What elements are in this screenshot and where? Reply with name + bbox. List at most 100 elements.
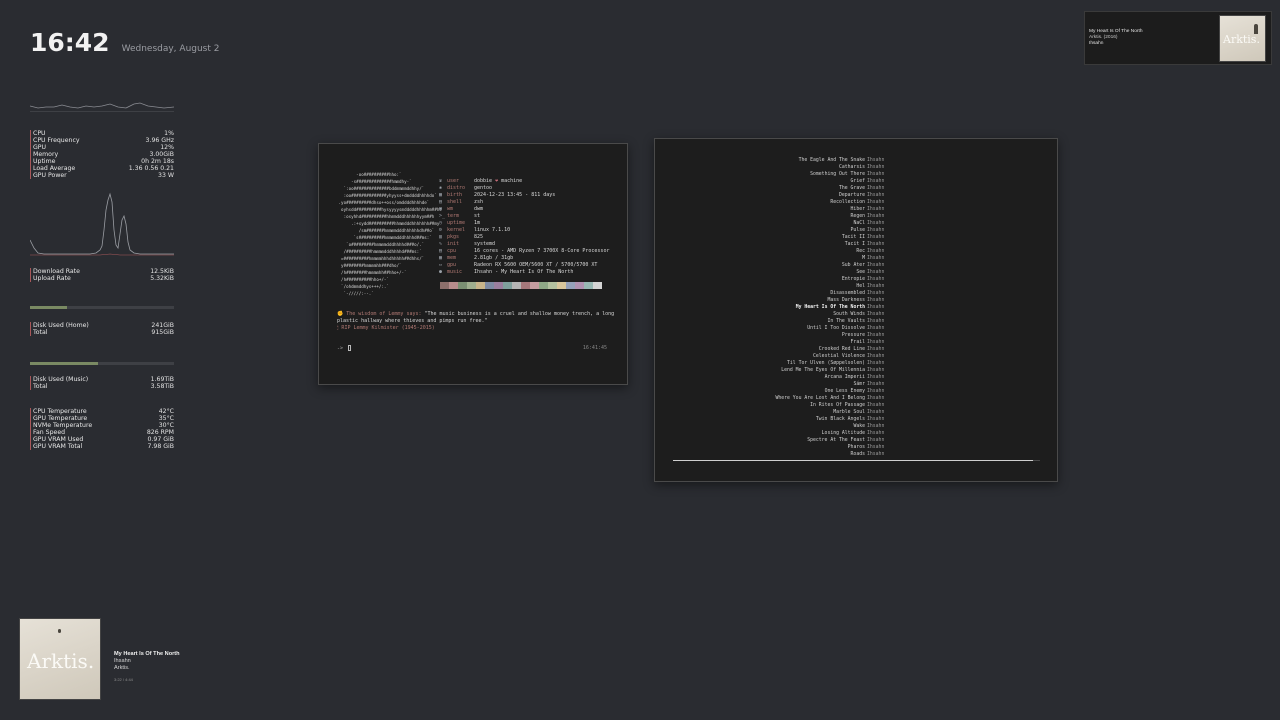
- track-artist: Ihsahn: [867, 410, 885, 415]
- track-row[interactable]: Spectre At The Feast Ihsahn: [655, 437, 1057, 444]
- stat-value: 35°C: [158, 415, 174, 422]
- stat-label: GPU VRAM Used: [33, 436, 84, 443]
- track-row[interactable]: Until I Too Dissolve Ihsahn: [655, 325, 1057, 332]
- track-row[interactable]: In Rites Of Passage Ihsahn: [655, 402, 1057, 409]
- stat-value: 241GiB: [151, 322, 174, 329]
- track-row[interactable]: Grief Ihsahn: [655, 178, 1057, 185]
- now-playing-info: My Heart Is Of The North Ihsahn Arktis. …: [114, 651, 180, 683]
- fetch-info-row: ▤ shell zsh: [439, 199, 609, 206]
- fetch-value: st: [474, 213, 481, 219]
- track-row[interactable]: Twin Black Angels Ihsahn: [655, 416, 1057, 423]
- track-row[interactable]: See Ihsahn: [655, 269, 1057, 276]
- playlist-terminal-window[interactable]: The Eagle And The Snake Ihsahn Catharsis Ih…: [654, 138, 1058, 482]
- shell-prompt[interactable]: ->: [337, 345, 352, 352]
- fetch-value: zsh: [474, 199, 484, 205]
- track-row[interactable]: Catharsis Ihsahn: [655, 164, 1057, 171]
- stat-row: Disk Used (Music) 1.69TiB: [30, 376, 174, 383]
- track-row[interactable]: Frail Ihsahn: [655, 339, 1057, 346]
- mini-now-playing-widget[interactable]: My Heart Is Of The North Arktis. (2016) …: [1084, 11, 1272, 65]
- color-swatch: [467, 282, 476, 289]
- track-row[interactable]: Entropie Ihsahn: [655, 276, 1057, 283]
- track-artist: Ihsahn: [867, 186, 885, 191]
- fetch-info-row: ♛ user dobbie ❤ machine: [439, 178, 609, 185]
- track-row[interactable]: Something Out There Ihsahn: [655, 171, 1057, 178]
- clock: 16:42 Wednesday, August 2: [30, 28, 220, 57]
- track-row[interactable]: Tacit II Ihsahn: [655, 234, 1057, 241]
- track-artist: Ihsahn: [867, 340, 885, 345]
- stat-row: GPU VRAM Total 7.98 GiB: [30, 443, 174, 450]
- track-row[interactable]: Where You Are Lost And I Belong Ihsahn: [655, 395, 1057, 402]
- track-title: The Grave: [839, 186, 865, 191]
- fetch-value: 2.81gb / 31gb: [474, 255, 514, 261]
- stat-row: Total 3.58TiB: [30, 383, 174, 390]
- fetch-value: Radeon RX 5600 OEM/5600 XT / 5700/5700 X…: [474, 262, 598, 268]
- track-title: Entropie: [841, 277, 865, 282]
- track-row[interactable]: South Winds Ihsahn: [655, 311, 1057, 318]
- playback-progress-bar[interactable]: [673, 460, 1040, 461]
- track-row[interactable]: Hel Ihsahn: [655, 283, 1057, 290]
- track-row[interactable]: Tacit I Ihsahn: [655, 241, 1057, 248]
- fetch-info-row: ▦ birth 2024-12-23 13:45 - 811 days: [439, 192, 609, 199]
- color-swatch: [539, 282, 548, 289]
- track-row[interactable]: Roads Ihsahn: [655, 451, 1057, 458]
- track-row[interactable]: The Grave Ihsahn: [655, 185, 1057, 192]
- track-row[interactable]: Departure Ihsahn: [655, 192, 1057, 199]
- track-row[interactable]: Disassembled Ihsahn: [655, 290, 1057, 297]
- stat-row: GPU Temperature 35°C: [30, 415, 174, 422]
- fetch-key: shell: [447, 199, 463, 205]
- track-row[interactable]: One Less Enemy Ihsahn: [655, 388, 1057, 395]
- track-row[interactable]: Pulse Ihsahn: [655, 227, 1057, 234]
- track-row[interactable]: Til Tor Ulven (Søppelsolen) Ihsahn: [655, 360, 1057, 367]
- track-artist: Ihsahn: [867, 431, 885, 436]
- track-row[interactable]: Recollection Ihsahn: [655, 199, 1057, 206]
- track-artist: Ihsahn: [867, 445, 885, 450]
- track-row[interactable]: Losing Altitude Ihsahn: [655, 430, 1057, 437]
- stat-row: Fan Speed 826 RPM: [30, 429, 174, 436]
- track-row[interactable]: Mass Darkness Ihsahn: [655, 297, 1057, 304]
- track-row[interactable]: Celestial Violence Ihsahn: [655, 353, 1057, 360]
- track-row[interactable]: Marble Soul Ihsahn: [655, 409, 1057, 416]
- stat-row: CPU 1%: [30, 130, 174, 137]
- track-row[interactable]: M Ihsahn: [655, 255, 1057, 262]
- color-swatch: [548, 282, 557, 289]
- track-row[interactable]: Crooked Red Line Ihsahn: [655, 346, 1057, 353]
- mini-album-cover: Arktis.: [1219, 15, 1266, 62]
- track-artist: Ihsahn: [867, 333, 885, 338]
- fetch-key: birth: [447, 192, 463, 198]
- stat-value: 3.00GiB: [149, 151, 174, 158]
- fetch-terminal-window[interactable]: -oo##########hho:` -s##############hmmdh…: [318, 143, 628, 385]
- track-row[interactable]: Arcana Imperii Ihsahn: [655, 374, 1057, 381]
- track-row[interactable]: Sámr Ihsahn: [655, 381, 1057, 388]
- stat-value: 0.97 GiB: [147, 436, 174, 443]
- now-playing-cover[interactable]: Arktis.: [19, 618, 101, 700]
- track-row[interactable]: Lend Me The Eyes Of Millennia Ihsahn: [655, 367, 1057, 374]
- track-row[interactable]: Regen Ihsahn: [655, 213, 1057, 220]
- track-title: Recollection: [830, 200, 865, 205]
- track-row[interactable]: Pharos Ihsahn: [655, 444, 1057, 451]
- current-track-row[interactable]: My Heart Is Of The North Ihsahn: [655, 304, 1057, 311]
- track-row[interactable]: In The Vaults Ihsahn: [655, 318, 1057, 325]
- color-swatch: [557, 282, 566, 289]
- track-title: Grief: [850, 179, 865, 184]
- track-title: Frail: [850, 340, 865, 345]
- track-row[interactable]: Hiber Ihsahn: [655, 206, 1057, 213]
- fetch-user-icon: ♛: [439, 178, 443, 184]
- stat-label: GPU Temperature: [33, 415, 88, 422]
- track-row[interactable]: Sub Ater Ihsahn: [655, 262, 1057, 269]
- fetch-uptime-icon: ◷: [439, 220, 443, 226]
- track-row[interactable]: Wake Ihsahn: [655, 423, 1057, 430]
- fetch-wm-icon: ▣: [439, 206, 443, 212]
- fetch-key: gpu: [447, 262, 457, 268]
- track-row[interactable]: NaCl Ihsahn: [655, 220, 1057, 227]
- fetch-distro-icon: ❀: [439, 185, 443, 191]
- track-row[interactable]: The Eagle And The Snake Ihsahn: [655, 157, 1057, 164]
- track-artist: Ihsahn: [867, 368, 885, 373]
- track-artist: Ihsahn: [867, 165, 885, 170]
- fetch-key: uptime: [447, 220, 466, 226]
- playlist-tracks[interactable]: The Eagle And The Snake Ihsahn Catharsis Ih…: [655, 157, 1057, 458]
- track-title: Sub Ater: [841, 263, 865, 268]
- fetch-info-row: ❀ distro gentoo: [439, 185, 609, 192]
- track-row[interactable]: Pressure Ihsahn: [655, 332, 1057, 339]
- track-row[interactable]: Rec Ihsahn: [655, 248, 1057, 255]
- track-artist: Ihsahn: [867, 375, 885, 380]
